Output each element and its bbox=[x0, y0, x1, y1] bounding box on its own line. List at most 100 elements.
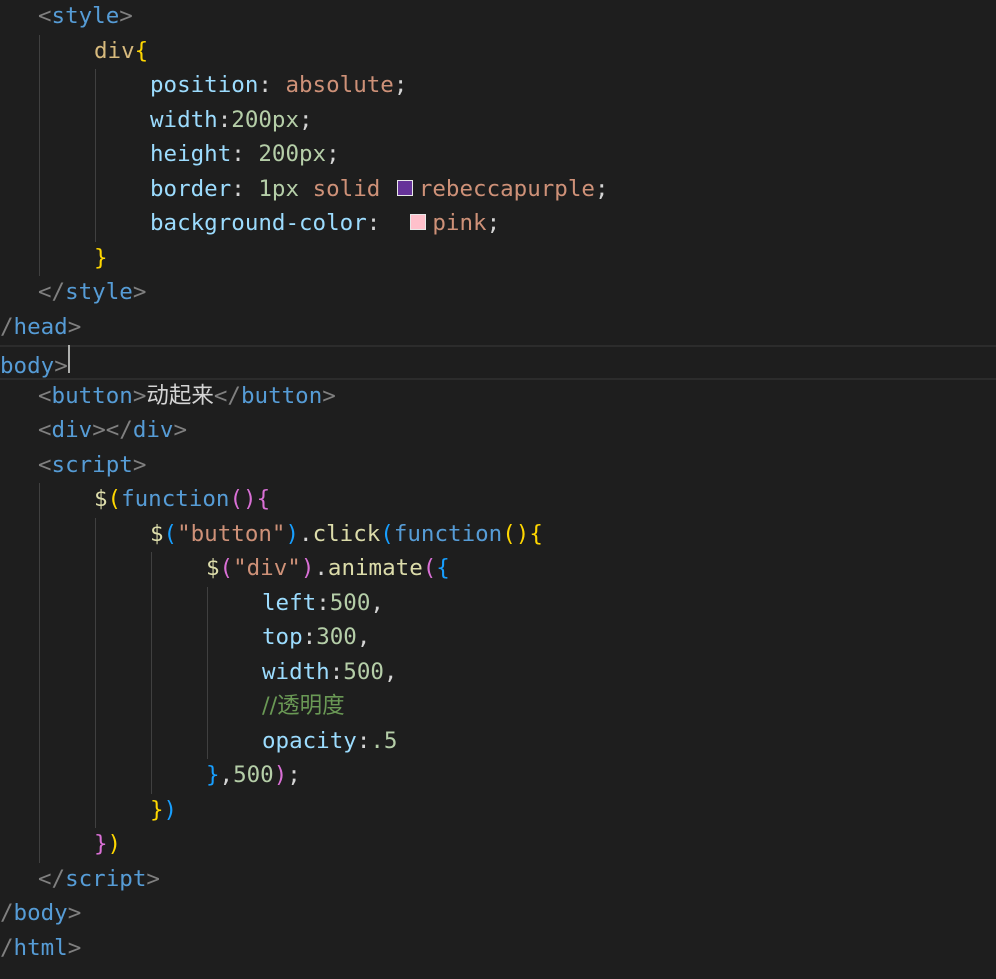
bracket: () bbox=[502, 520, 530, 547]
code-lines[interactable]: <style> div{position: absolute; width:200p… bbox=[0, 0, 996, 966]
function-name: click bbox=[312, 520, 381, 547]
string-literal: "div" bbox=[233, 555, 301, 581]
code-text: , bbox=[356, 624, 371, 650]
code-text: : bbox=[316, 589, 330, 616]
property-value: rebeccapurple bbox=[418, 175, 595, 202]
code-line[interactable]: $(function(){ bbox=[0, 483, 996, 518]
code-line[interactable]: width:500, bbox=[0, 656, 996, 691]
property-value: solid bbox=[312, 175, 381, 202]
bracket: ) bbox=[273, 762, 288, 788]
tag-bracket: </ bbox=[38, 279, 66, 305]
code-line[interactable]: <button>动起来</button> bbox=[0, 380, 996, 415]
code-text: , bbox=[383, 658, 398, 685]
code-line[interactable]: div{ bbox=[0, 35, 996, 70]
code-line[interactable]: } bbox=[0, 242, 996, 277]
tag-bracket: < bbox=[38, 417, 52, 443]
color-swatch[interactable] bbox=[410, 214, 427, 230]
bracket: ) bbox=[107, 831, 122, 857]
code-line[interactable]: border: 1px solid rebeccapurple; bbox=[0, 173, 996, 208]
code-line[interactable]: }) bbox=[0, 828, 996, 863]
function-name: $ bbox=[150, 520, 164, 547]
bracket: } bbox=[206, 762, 220, 788]
code-line[interactable]: </script> bbox=[0, 863, 996, 898]
code-line[interactable]: top:300, bbox=[0, 621, 996, 656]
code-comment: //透明度 bbox=[262, 693, 345, 719]
tag-bracket: > bbox=[146, 865, 160, 892]
tag-name: body bbox=[0, 353, 55, 379]
code-text: ; bbox=[287, 762, 301, 788]
code-editor[interactable]: <style> div{position: absolute; width:200p… bbox=[0, 0, 996, 979]
property-value: pink bbox=[432, 210, 487, 236]
code-line[interactable]: position: absolute; bbox=[0, 69, 996, 104]
cjk-text: 动起来 bbox=[146, 382, 214, 409]
tag-name: head bbox=[13, 313, 68, 340]
property-name: left bbox=[262, 589, 317, 616]
property-name: height bbox=[150, 141, 232, 167]
code-line[interactable]: left:500, bbox=[0, 587, 996, 622]
number-literal: 200px bbox=[258, 141, 327, 167]
code-text: ; bbox=[486, 210, 501, 236]
property-name: top bbox=[262, 624, 303, 650]
code-text: : bbox=[356, 727, 371, 754]
code-text: : bbox=[231, 175, 259, 202]
code-line[interactable]: },500); bbox=[0, 759, 996, 794]
property-name: opacity bbox=[262, 727, 357, 754]
code-line[interactable]: body> bbox=[0, 345, 996, 380]
code-line[interactable]: /html> bbox=[0, 932, 996, 967]
color-swatch[interactable] bbox=[396, 179, 413, 196]
number-literal: .5 bbox=[370, 727, 398, 754]
code-line[interactable]: height: 200px; bbox=[0, 138, 996, 173]
code-line[interactable]: //透明度 bbox=[0, 690, 996, 725]
property-name: width bbox=[150, 106, 218, 133]
property-name: background-color bbox=[150, 210, 367, 236]
number-literal: 500 bbox=[329, 589, 371, 616]
code-line[interactable]: opacity:.5 bbox=[0, 725, 996, 760]
bracket: ( bbox=[422, 555, 437, 581]
code-line[interactable]: $("button").click(function(){ bbox=[0, 518, 996, 553]
tag-name: html bbox=[13, 934, 68, 961]
bracket: } bbox=[94, 831, 108, 857]
code-text: : bbox=[366, 210, 408, 236]
code-line[interactable]: <script> bbox=[0, 449, 996, 484]
tag-bracket: </ bbox=[38, 865, 66, 892]
tag-name: body bbox=[13, 900, 68, 926]
tag-name: style bbox=[51, 3, 120, 29]
string-literal: "button" bbox=[177, 520, 286, 547]
tag-bracket: / bbox=[0, 900, 14, 926]
tag-bracket: < bbox=[38, 3, 52, 29]
code-text: : bbox=[302, 624, 317, 650]
number-literal: 1px bbox=[258, 175, 300, 202]
bracket: ) bbox=[163, 796, 178, 823]
code-line[interactable]: background-color: pink; bbox=[0, 207, 996, 242]
tag-name: div bbox=[132, 417, 174, 443]
code-line[interactable]: }) bbox=[0, 794, 996, 829]
code-line[interactable]: /head> bbox=[0, 311, 996, 346]
tag-bracket: < bbox=[38, 451, 52, 478]
code-line[interactable]: <style> bbox=[0, 0, 996, 35]
code-line[interactable]: /body> bbox=[0, 897, 996, 932]
code-text: : bbox=[217, 106, 232, 133]
code-line[interactable]: </style> bbox=[0, 276, 996, 311]
bracket: { bbox=[436, 555, 450, 581]
tag-bracket: > bbox=[132, 451, 147, 478]
bracket: ( bbox=[380, 520, 394, 547]
number-literal: 200px bbox=[231, 106, 300, 133]
tag-name: script bbox=[65, 865, 147, 892]
bracket: { bbox=[134, 37, 149, 64]
tag-bracket: > bbox=[173, 417, 188, 443]
code-line[interactable]: $("div").animate({ bbox=[0, 552, 996, 587]
tag-name: button bbox=[240, 382, 323, 409]
bracket: { bbox=[256, 486, 271, 512]
code-text: : bbox=[258, 72, 286, 98]
code-line[interactable]: width:200px; bbox=[0, 104, 996, 139]
function-name: $ bbox=[94, 486, 108, 512]
tag-bracket: </ bbox=[213, 382, 241, 409]
tag-bracket: > bbox=[322, 382, 336, 409]
code-text: : bbox=[231, 141, 259, 167]
bracket: ( bbox=[107, 486, 122, 512]
tag-bracket: < bbox=[38, 382, 52, 409]
code-text: . bbox=[299, 520, 313, 547]
code-line[interactable]: <div></div> bbox=[0, 414, 996, 449]
tag-bracket: / bbox=[0, 934, 14, 961]
